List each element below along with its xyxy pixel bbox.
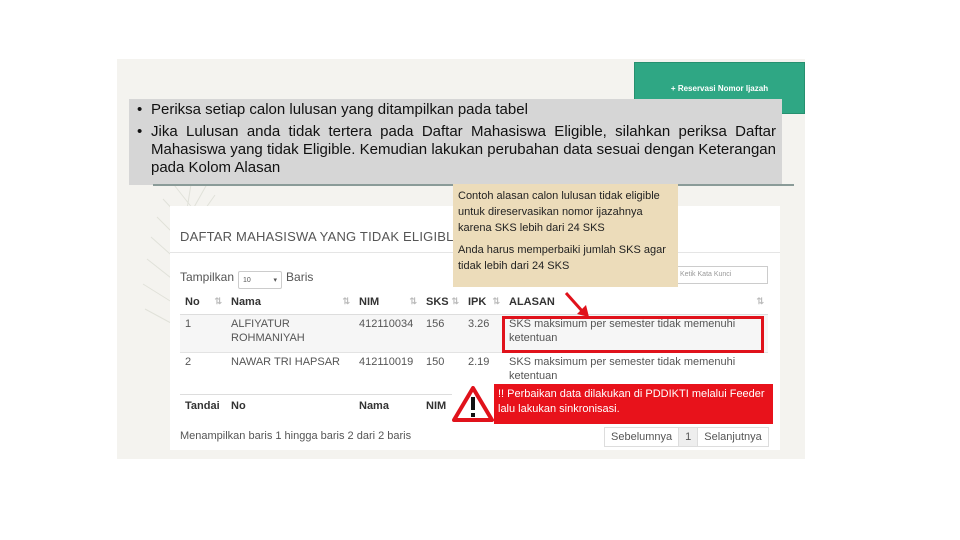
- footer-no: No: [226, 393, 354, 418]
- panel-title: DAFTAR MAHASISWA YANG TIDAK ELIGIBLE: [180, 229, 463, 244]
- search-input[interactable]: Ketik Kata Kunci: [676, 266, 768, 284]
- column-header-nim[interactable]: NIM ⇅: [354, 290, 421, 315]
- cell-sks: 156: [421, 313, 463, 352]
- reason-highlight-box: [502, 316, 764, 353]
- callout-text-1: Contoh alasan calon lulusan tidak eligib…: [458, 190, 660, 234]
- footer-tandai: Tandai: [180, 393, 226, 418]
- bullet-icon: •: [137, 101, 143, 118]
- column-header-nama[interactable]: Nama ⇅: [226, 290, 354, 315]
- column-header-sks[interactable]: SKS ⇅: [421, 290, 463, 315]
- slide: + Reservasi Nomor Ijazah DAFTAR MAHASISW…: [0, 0, 960, 540]
- cell-nim: 412110034: [354, 313, 421, 352]
- page-size-select[interactable]: 10 ▾: [238, 271, 283, 289]
- sort-icon: ⇅: [409, 296, 417, 306]
- cell-nama: NAWAR TRI HAPSAR: [226, 351, 354, 394]
- cell-no: 2: [180, 351, 226, 394]
- warning-icon: [452, 384, 494, 424]
- instruction-list: • Periksa setiap calon lulusan yang ditam…: [137, 101, 776, 177]
- show-label: Tampilkan: [180, 270, 235, 284]
- alert-text: !! Perbaikan data dilakukan di PDDIKTI m…: [498, 388, 765, 415]
- cell-no: 1: [180, 313, 226, 352]
- sort-icon: ⇅: [342, 296, 350, 306]
- sync-alert: !! Perbaikan data dilakukan di PDDIKTI m…: [452, 384, 773, 424]
- chevron-down-icon: ▾: [273, 277, 278, 284]
- instruction-note: • Periksa setiap calon lulusan yang ditam…: [129, 99, 782, 185]
- column-header-alasan[interactable]: ALASAN ⇅: [504, 290, 768, 315]
- bullet-icon: •: [137, 123, 143, 140]
- list-item: • Jika Lulusan anda tidak tertera pada Da…: [137, 123, 776, 176]
- cell-nama: ALFIYATUR ROHMANIYAH: [226, 313, 354, 352]
- page-size-value: 10: [243, 276, 251, 284]
- next-page-button[interactable]: Selanjutnya: [698, 428, 768, 446]
- column-header-no[interactable]: No ⇅: [180, 290, 226, 315]
- page-size-control: Tampilkan 10 ▾ Baris: [180, 265, 313, 289]
- pagination: Sebelumnya 1 Selanjutnya: [604, 427, 769, 447]
- cell-ipk: 3.26: [463, 313, 504, 352]
- callout-text-2: Anda harus memperbaiki jumlah SKS agar t…: [458, 244, 666, 272]
- page-number-button[interactable]: 1: [679, 428, 699, 446]
- sort-icon: ⇅: [492, 296, 500, 306]
- reserve-button-label: + Reservasi Nomor Ijazah: [670, 83, 769, 93]
- table-header-row: No ⇅ Nama ⇅ NIM ⇅ SKS ⇅ IPK ⇅ ALASAN ⇅: [180, 290, 768, 315]
- footer-nama: Nama: [354, 393, 421, 418]
- list-item: • Periksa setiap calon lulusan yang ditam…: [137, 101, 528, 118]
- cell-nim: 412110019: [354, 351, 421, 394]
- sort-icon: ⇅: [451, 296, 459, 306]
- prev-page-button[interactable]: Sebelumnya: [605, 428, 680, 446]
- table-info: Menampilkan baris 1 hingga baris 2 dari …: [180, 430, 412, 442]
- search-placeholder: Ketik Kata Kunci: [680, 271, 732, 278]
- column-header-ipk[interactable]: IPK ⇅: [463, 290, 504, 315]
- example-callout: Contoh alasan calon lulusan tidak eligib…: [453, 184, 678, 287]
- rows-label: Baris: [286, 270, 314, 284]
- sort-icon: ⇅: [756, 296, 764, 306]
- sort-icon: ⇅: [214, 296, 222, 306]
